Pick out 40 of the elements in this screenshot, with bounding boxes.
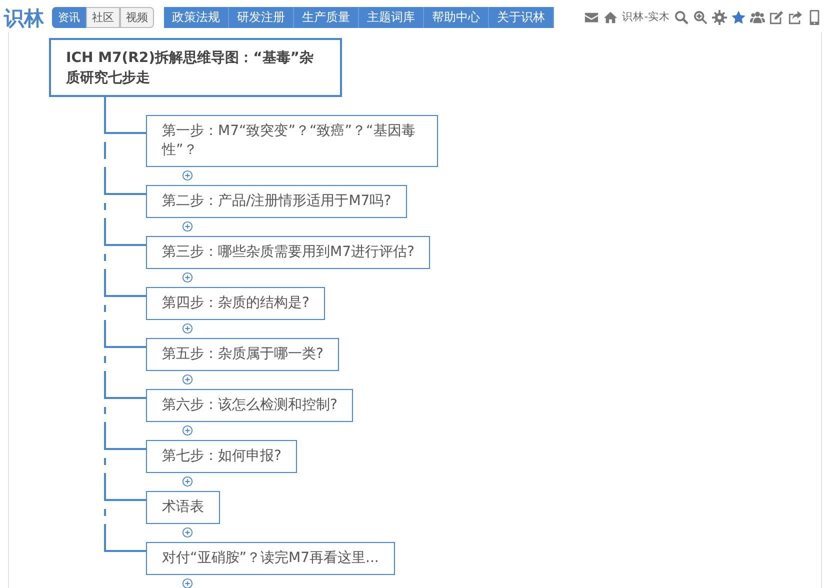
mail-icon[interactable] xyxy=(584,10,600,25)
root-node: ICH M7(R2)拆解思维导图：“基毒”杂质研究七步走 xyxy=(49,38,342,97)
branch-node[interactable]: 第三步：哪些杂质需要用到M7进行评估? xyxy=(146,236,430,269)
branch-node[interactable]: 术语表 xyxy=(146,491,220,524)
section-tab[interactable]: 资讯 xyxy=(52,7,86,28)
expand-icon[interactable] xyxy=(182,221,193,232)
expand-icon[interactable] xyxy=(182,476,193,487)
branch-node[interactable]: 对付“亚硝胺”？读完M7再看这里... xyxy=(146,542,395,575)
menu-item[interactable]: 主题词库 xyxy=(359,7,424,28)
expand-icon[interactable] xyxy=(182,527,193,538)
expand-icon[interactable] xyxy=(182,323,193,334)
menu-item[interactable]: 关于识林 xyxy=(489,7,554,28)
edit-icon[interactable] xyxy=(769,10,784,25)
user-name[interactable]: 识林-实木 xyxy=(622,10,670,26)
section-tab[interactable]: 视频 xyxy=(120,7,154,28)
branch-node[interactable]: 第四步：杂质的结构是? xyxy=(146,287,326,320)
expand-icon[interactable] xyxy=(182,170,193,181)
users-icon[interactable] xyxy=(750,10,765,25)
branch-node[interactable]: 第六步：该怎么检测和控制? xyxy=(146,389,354,422)
mobile-icon[interactable] xyxy=(807,10,822,25)
share-icon[interactable] xyxy=(788,10,803,25)
expand-icon[interactable] xyxy=(182,272,193,283)
expand-icon[interactable] xyxy=(182,425,193,436)
expand-icon[interactable] xyxy=(182,578,193,588)
section-tab[interactable]: 社区 xyxy=(86,7,120,28)
branch-node[interactable]: 第七步：如何申报? xyxy=(146,440,298,473)
star-icon[interactable] xyxy=(731,10,746,25)
menu-item[interactable]: 生产质量 xyxy=(294,7,359,28)
menu-item[interactable]: 政策法规 xyxy=(164,7,229,28)
settings-icon[interactable] xyxy=(712,10,727,25)
menu-item[interactable]: 研发注册 xyxy=(229,7,294,28)
expand-icon[interactable] xyxy=(182,374,193,385)
branch-node[interactable]: 第五步：杂质属于哪一类? xyxy=(146,338,340,371)
site-logo[interactable]: 识林 xyxy=(4,6,44,28)
menu-item[interactable]: 帮助中心 xyxy=(424,7,489,28)
search-icon[interactable] xyxy=(674,10,689,25)
branch-node[interactable]: 第一步：M7“致突变”？“致癌”？“基因毒性”？ xyxy=(146,115,438,167)
home-icon[interactable] xyxy=(603,10,618,25)
branch-node[interactable]: 第二步：产品/注册情形适用于M7吗? xyxy=(146,185,408,218)
zoom-in-icon[interactable] xyxy=(693,10,708,25)
